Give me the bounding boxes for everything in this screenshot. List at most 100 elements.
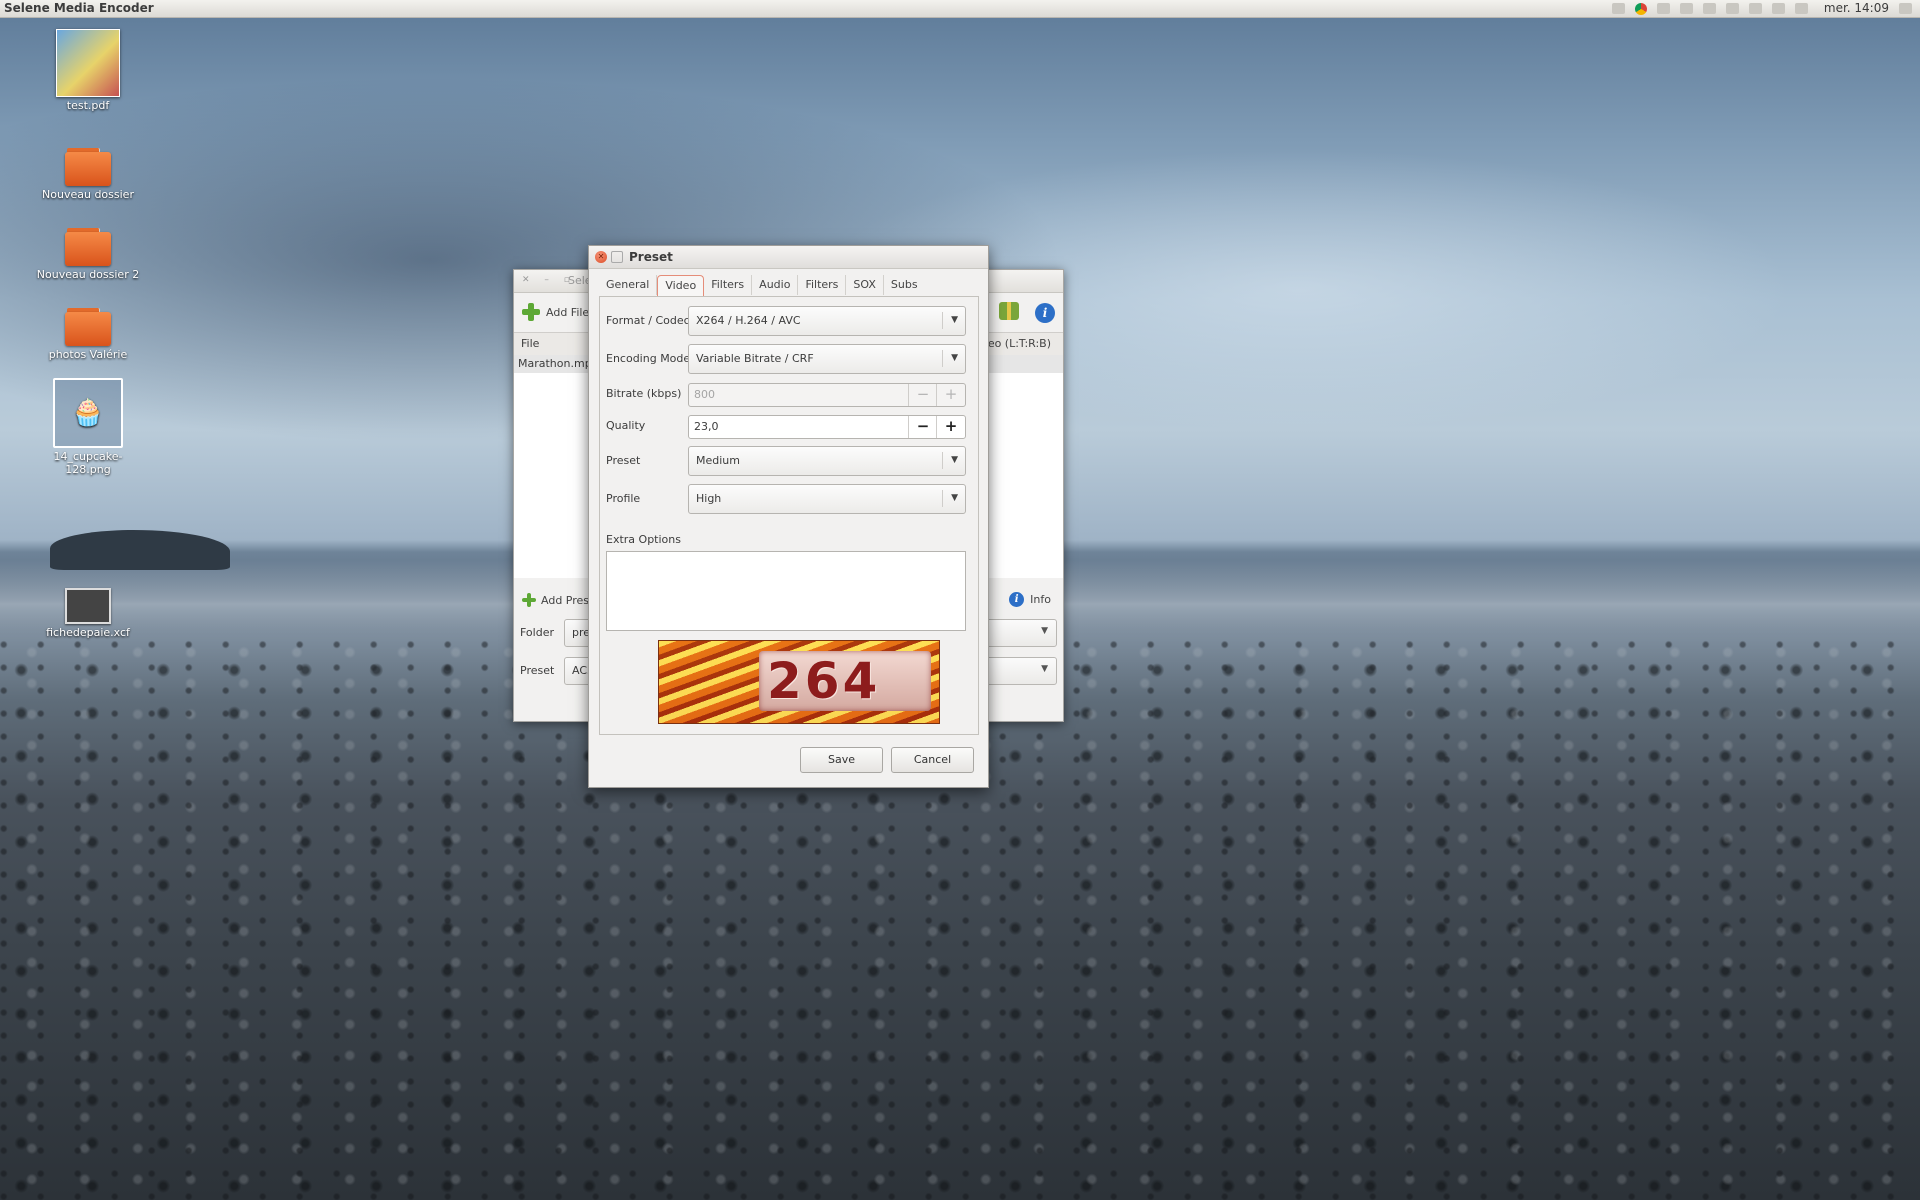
folder-icon	[65, 228, 111, 266]
info-label: Info	[1030, 593, 1051, 606]
quality-row: Quality 23,0 − +	[606, 415, 966, 445]
dropbox-icon[interactable]	[1611, 3, 1625, 14]
plus-icon[interactable]: +	[936, 416, 965, 438]
profile-select[interactable]: High ▼	[688, 484, 966, 514]
desktop-icon-label: photos Valérie	[48, 348, 128, 361]
extra-options-textarea[interactable]	[606, 551, 966, 631]
chevron-down-icon: ▼	[951, 315, 958, 325]
add-files-label: Add File	[546, 305, 590, 319]
preset-info-button[interactable]: i Info	[1009, 592, 1051, 607]
battery-icon[interactable]	[1771, 3, 1785, 14]
quality-label: Quality	[606, 419, 646, 432]
column-header-video[interactable]: eo (L:T:R:B)	[988, 333, 1051, 355]
tab-sox[interactable]: SOX	[846, 275, 884, 295]
cupcake-icon: 🧁	[53, 378, 123, 448]
chevron-down-icon: ▼	[951, 353, 958, 363]
folder-icon	[65, 148, 111, 186]
minus-icon[interactable]: −	[908, 416, 937, 438]
desktop-icon-label: fichedepaie.xcf	[46, 626, 130, 639]
quality-stepper[interactable]: 23,0 − +	[688, 415, 966, 439]
bitrate-row: Bitrate (kbps) 800 − +	[606, 383, 966, 413]
network-icon[interactable]	[1702, 3, 1716, 14]
tab-general[interactable]: General	[599, 275, 658, 295]
system-tray: mer. 14:09	[1611, 0, 1912, 17]
add-preset-label: Add Pres	[541, 593, 590, 607]
desktop-icon-fichedepaie[interactable]: fichedepaie.xcf	[33, 588, 143, 639]
keyboard-icon[interactable]	[1725, 3, 1739, 14]
settings-icon[interactable]	[1679, 3, 1693, 14]
tab-video[interactable]: Video	[657, 275, 705, 296]
clock[interactable]: mer. 14:09	[1824, 0, 1889, 17]
desktop-icon-label: Nouveau dossier 2	[36, 268, 140, 281]
preset-row: Preset Medium ▼	[606, 446, 966, 476]
encoding-mode-value: Variable Bitrate / CRF	[696, 352, 814, 365]
tab-subs[interactable]: Subs	[884, 275, 925, 295]
close-icon[interactable]: ✕	[595, 251, 607, 263]
chevron-down-icon: ▼	[951, 455, 958, 465]
preset-label: Preset	[606, 454, 641, 467]
dialog-titlebar[interactable]: ✕ Preset	[589, 246, 988, 269]
video-tab-panel: Format / Codec X264 / H.264 / AVC ▼ Enco…	[599, 296, 979, 735]
save-button[interactable]: Save	[800, 747, 883, 773]
preset-value: Medium	[696, 454, 740, 467]
tab-filters[interactable]: Filters	[704, 275, 753, 295]
mail-icon[interactable]	[1748, 3, 1762, 14]
desktop-icon-nouveau-dossier[interactable]: Nouveau dossier	[33, 148, 143, 201]
info-icon: i	[1009, 592, 1025, 607]
format-codec-row: Format / Codec X264 / H.264 / AVC ▼	[606, 306, 966, 336]
desktop-icon-cupcake[interactable]: 🧁 14_cupcake-128.png	[33, 378, 143, 476]
maximize-icon[interactable]	[611, 251, 623, 263]
desktop-icon-label: Nouveau dossier	[42, 188, 134, 201]
wallpaper-rock	[50, 530, 230, 570]
profile-label: Profile	[606, 492, 641, 505]
desktop-icon-photos-valerie[interactable]: photos Valérie	[33, 308, 143, 361]
folder-icon	[65, 308, 111, 346]
encoding-mode-select[interactable]: Variable Bitrate / CRF ▼	[688, 344, 966, 374]
desktop-icon-label: 14_cupcake-128.png	[53, 450, 123, 476]
preset-label: Preset	[520, 664, 555, 677]
pdf-thumbnail-icon	[56, 29, 120, 97]
format-codec-value: X264 / H.264 / AVC	[696, 314, 801, 327]
add-preset-button[interactable]: Add Pres	[522, 593, 589, 607]
format-codec-select[interactable]: X264 / H.264 / AVC ▼	[688, 306, 966, 336]
desktop-icon-nouveau-dossier-2[interactable]: Nouveau dossier 2	[33, 228, 143, 281]
profile-row: Profile High ▼	[606, 484, 966, 514]
chevron-down-icon: ▼	[1041, 664, 1048, 674]
quality-value[interactable]: 23,0	[694, 420, 719, 433]
donate-icon[interactable]	[999, 302, 1019, 320]
column-header-file[interactable]: File	[521, 333, 539, 355]
preset-select[interactable]: Medium ▼	[688, 446, 966, 476]
top-panel: Selene Media Encoder mer. 14:09	[0, 0, 1920, 18]
folder-label: Folder	[520, 626, 554, 639]
logo-text: 264	[767, 652, 881, 710]
volume-icon[interactable]	[1794, 3, 1808, 14]
power-icon[interactable]	[1899, 3, 1912, 14]
tab-bar: General Video Filters Audio Filters SOX …	[599, 275, 925, 296]
chevron-down-icon: ▼	[1041, 626, 1048, 636]
plus-icon	[522, 593, 536, 607]
file-name: Marathon.mp4	[518, 357, 599, 370]
cancel-button[interactable]: Cancel	[891, 747, 974, 773]
x264-logo: 264	[658, 640, 940, 724]
encoding-mode-label: Encoding Mode	[606, 352, 691, 365]
encoding-mode-row: Encoding Mode Variable Bitrate / CRF ▼	[606, 344, 966, 374]
plus-icon[interactable]: +	[936, 384, 965, 406]
bitrate-value: 800	[694, 388, 715, 401]
extra-options-label: Extra Options	[606, 533, 681, 546]
add-files-button[interactable]: Add File	[522, 303, 589, 321]
bluetooth-icon[interactable]	[1656, 3, 1670, 14]
desktop-icon-test-pdf[interactable]: test.pdf	[33, 29, 143, 112]
chrome-icon[interactable]	[1634, 2, 1647, 15]
bitrate-label: Bitrate (kbps)	[606, 387, 682, 400]
dialog-title: Preset	[629, 250, 673, 264]
bitrate-stepper[interactable]: 800 − +	[688, 383, 966, 407]
panel-app-title: Selene Media Encoder	[4, 1, 154, 15]
format-codec-label: Format / Codec	[606, 314, 690, 327]
chevron-down-icon: ▼	[951, 493, 958, 503]
image-thumbnail-icon	[65, 588, 111, 624]
profile-value: High	[696, 492, 722, 505]
info-icon[interactable]: i	[1035, 303, 1055, 323]
tab-audio[interactable]: Audio	[752, 275, 799, 295]
tab-audio-filters[interactable]: Filters	[798, 275, 847, 295]
minus-icon[interactable]: −	[908, 384, 937, 406]
